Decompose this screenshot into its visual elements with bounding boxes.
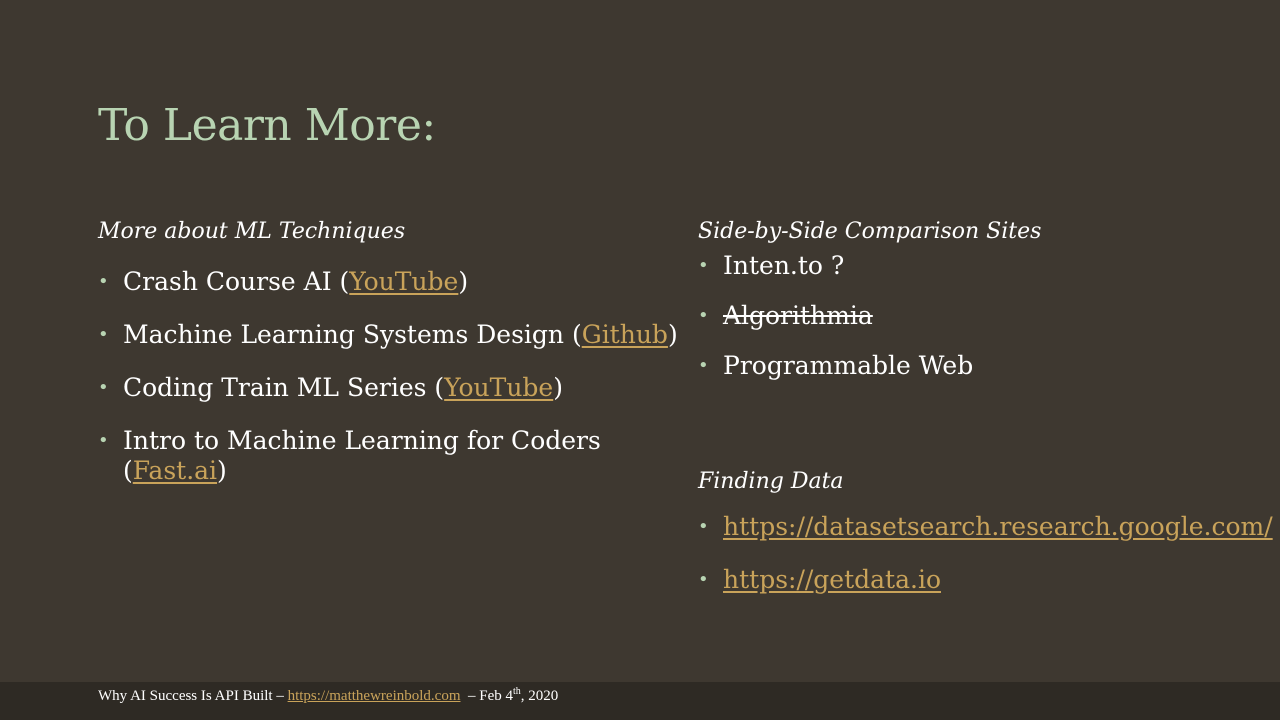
list-item-text: Inten.to ? [723, 251, 845, 280]
bullet-icon: • [698, 569, 709, 590]
list-item: • https://datasetsearch.research.google.… [698, 512, 1278, 542]
footer-website-link[interactable]: https://matthewreinbold.com [288, 688, 461, 704]
github-link[interactable]: Github [582, 320, 668, 349]
list-item: • Inten.to ? [698, 251, 1278, 281]
footer-date-sup: th [512, 686, 521, 697]
footer-date-prefix: – Feb 4 [467, 688, 513, 704]
bullet-icon: • [98, 271, 109, 292]
list-item-suffix: ) [458, 267, 469, 296]
bullet-icon: • [98, 324, 109, 345]
footer-bar: Why AI Success Is API Built – https://ma… [0, 682, 1280, 720]
list-item: • https://getdata.io [698, 565, 1278, 595]
finding-data-heading: Finding Data [698, 469, 844, 494]
bullet-icon: • [98, 377, 109, 398]
bullet-icon: • [698, 516, 709, 537]
list-item-suffix: ) [667, 320, 678, 349]
list-item: • Programmable Web [698, 351, 1278, 381]
slide-title: To Learn More: [98, 100, 436, 151]
ml-techniques-section: More about ML Techniques • Crash Course … [98, 217, 678, 486]
bullet-icon: • [698, 255, 709, 276]
bullet-icon: • [698, 305, 709, 326]
list-item: • Intro to Machine Learning for Coders (… [98, 426, 678, 486]
list-item-text: Programmable Web [723, 351, 974, 380]
footer-date-suffix: , 2020 [520, 688, 559, 704]
finding-data-section: Finding Data • https://datasetsearch.res… [698, 467, 1278, 595]
getdata-link[interactable]: https://getdata.io [723, 565, 941, 594]
ml-techniques-heading: More about ML Techniques [98, 219, 406, 244]
list-item: • Coding Train ML Series (YouTube) [98, 373, 678, 403]
footer-prefix: Why AI Success Is API Built – [98, 688, 284, 704]
list-item: • Crash Course AI (YouTube) [98, 267, 678, 297]
list-item-suffix: ) [217, 456, 227, 485]
finding-data-list: • https://datasetsearch.research.google.… [698, 512, 1278, 595]
bullet-icon: • [698, 355, 709, 376]
comparison-sites-heading: Side-by-Side Comparison Sites [698, 219, 1042, 244]
list-item-text: Coding Train ML Series ( [123, 373, 445, 402]
fastai-link[interactable]: Fast.ai [133, 456, 217, 485]
list-item-struck: • Algorithmia [698, 301, 1278, 331]
list-item-text: Algorithmia [723, 301, 873, 330]
youtube-link[interactable]: YouTube [349, 267, 458, 296]
list-item-suffix: ) [553, 373, 563, 402]
youtube-link[interactable]: YouTube [444, 373, 553, 402]
list-item: • Machine Learning Systems Design (Githu… [98, 320, 678, 350]
ml-techniques-list: • Crash Course AI (YouTube) • Machine Le… [98, 267, 678, 486]
list-item-text: Crash Course AI ( [123, 267, 350, 296]
bullet-icon: • [98, 430, 109, 451]
footer-text: Why AI Success Is API Built – https://ma… [98, 686, 558, 705]
comparison-sites-list: • Inten.to ? • Algorithmia • Programmabl… [698, 251, 1278, 381]
datasetsearch-link[interactable]: https://datasetsearch.research.google.co… [723, 512, 1273, 541]
list-item-text: Machine Learning Systems Design ( [123, 320, 582, 349]
comparison-sites-section: Side-by-Side Comparison Sites • Inten.to… [698, 217, 1278, 381]
